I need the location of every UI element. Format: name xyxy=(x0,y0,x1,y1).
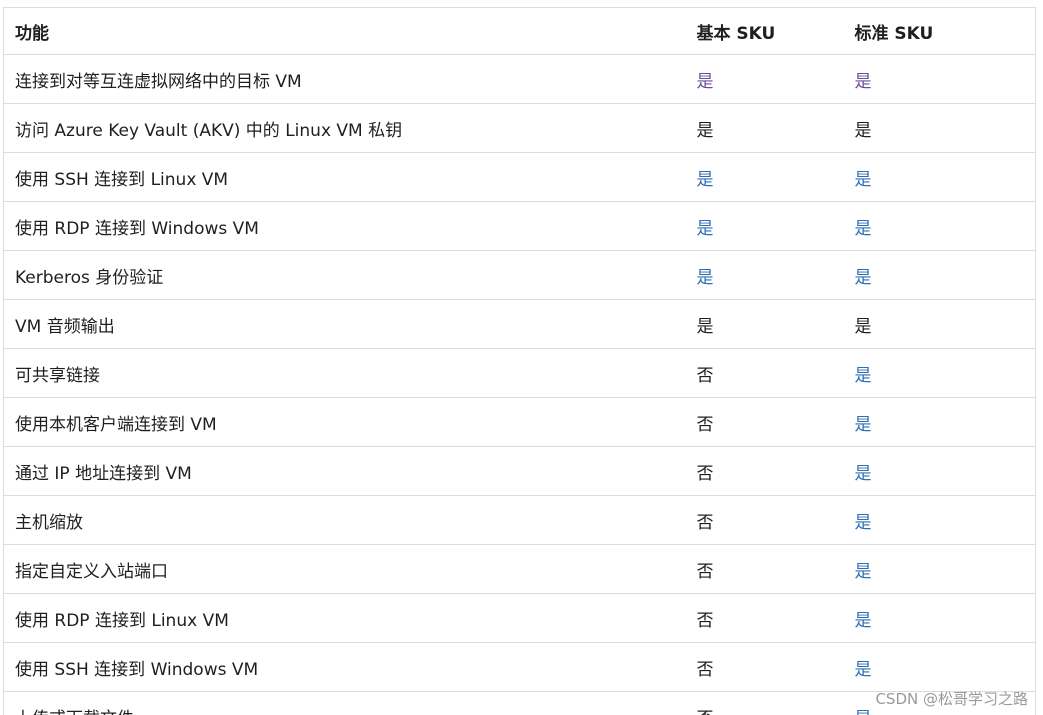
feature-cell: VM 音频输出 xyxy=(3,299,686,349)
feature-cell: 使用 SSH 连接到 Windows VM xyxy=(3,642,686,692)
watermark: CSDN @松哥学习之路 xyxy=(875,690,1028,708)
feature-cell: 主机缩放 xyxy=(3,495,686,545)
basic-sku-value: 是 xyxy=(685,103,844,153)
standard-sku-value[interactable]: 是 xyxy=(843,446,1036,496)
basic-sku-value: 否 xyxy=(685,495,844,545)
header-basic-sku: 基本 SKU xyxy=(685,7,844,55)
basic-sku-value: 否 xyxy=(685,446,844,496)
basic-sku-value: 否 xyxy=(685,348,844,398)
feature-cell: 使用本机客户端连接到 VM xyxy=(3,397,686,447)
standard-sku-value: 是 xyxy=(843,103,1036,153)
feature-cell: 使用 RDP 连接到 Linux VM xyxy=(3,593,686,643)
table-row: 使用 SSH 连接到 Linux VM 是是 xyxy=(3,152,1036,202)
feature-cell: 通过 IP 地址连接到 VM xyxy=(3,446,686,496)
standard-sku-value[interactable]: 是 xyxy=(843,152,1036,202)
feature-cell: 上传或下载文件 xyxy=(3,691,686,715)
table-row: 使用 RDP 连接到 Linux VM 否是 xyxy=(3,593,1036,643)
standard-sku-value[interactable]: 是 xyxy=(843,54,1036,104)
standard-sku-value: 是 xyxy=(843,299,1036,349)
standard-sku-value[interactable]: 是 xyxy=(843,201,1036,251)
table-row: 通过 IP 地址连接到 VM 否是 xyxy=(3,446,1036,496)
table-row: 访问 Azure Key Vault (AKV) 中的 Linux VM 私钥是… xyxy=(3,103,1036,153)
page: 功能 基本 SKU 标准 SKU 连接到对等互连虚拟网络中的目标 VM 是是访问 … xyxy=(0,0,1043,715)
standard-sku-value[interactable]: 是 xyxy=(843,250,1036,300)
table-row: Kerberos 身份验证是是 xyxy=(3,250,1036,300)
basic-sku-value[interactable]: 是 xyxy=(685,201,844,251)
table-row: VM 音频输出是是 xyxy=(3,299,1036,349)
feature-cell: 使用 SSH 连接到 Linux VM xyxy=(3,152,686,202)
standard-sku-value[interactable]: 是 xyxy=(843,593,1036,643)
basic-sku-value[interactable]: 是 xyxy=(685,152,844,202)
standard-sku-value[interactable]: 是 xyxy=(843,642,1036,692)
feature-cell: 指定自定义入站端口 xyxy=(3,544,686,594)
basic-sku-value: 否 xyxy=(685,544,844,594)
feature-cell: Kerberos 身份验证 xyxy=(3,250,686,300)
basic-sku-value[interactable]: 是 xyxy=(685,250,844,300)
basic-sku-value: 否 xyxy=(685,397,844,447)
standard-sku-value[interactable]: 是 xyxy=(843,544,1036,594)
table-row: 指定自定义入站端口否是 xyxy=(3,544,1036,594)
header-standard-sku: 标准 SKU xyxy=(843,7,1036,55)
table-header-row: 功能 基本 SKU 标准 SKU xyxy=(3,7,1036,55)
table-row: 使用 RDP 连接到 Windows VM 是是 xyxy=(3,201,1036,251)
basic-sku-value[interactable]: 是 xyxy=(685,54,844,104)
basic-sku-value: 否 xyxy=(685,642,844,692)
basic-sku-value: 是 xyxy=(685,299,844,349)
standard-sku-value[interactable]: 是 xyxy=(843,397,1036,447)
table-row: 主机缩放否是 xyxy=(3,495,1036,545)
standard-sku-value[interactable]: 是 xyxy=(843,348,1036,398)
standard-sku-value[interactable]: 是 xyxy=(843,495,1036,545)
basic-sku-value: 否 xyxy=(685,691,844,715)
feature-cell: 使用 RDP 连接到 Windows VM xyxy=(3,201,686,251)
table-row: 连接到对等互连虚拟网络中的目标 VM 是是 xyxy=(3,54,1036,104)
table-row: 使用本机客户端连接到 VM 否是 xyxy=(3,397,1036,447)
table-row: 可共享链接否是 xyxy=(3,348,1036,398)
feature-cell: 可共享链接 xyxy=(3,348,686,398)
basic-sku-value: 否 xyxy=(685,593,844,643)
table-row: 使用 SSH 连接到 Windows VM 否是 xyxy=(3,642,1036,692)
sku-comparison-table: 功能 基本 SKU 标准 SKU 连接到对等互连虚拟网络中的目标 VM 是是访问 … xyxy=(3,7,1036,715)
header-feature: 功能 xyxy=(3,7,686,55)
table-body: 连接到对等互连虚拟网络中的目标 VM 是是访问 Azure Key Vault (… xyxy=(3,54,1036,715)
feature-cell: 访问 Azure Key Vault (AKV) 中的 Linux VM 私钥 xyxy=(3,103,686,153)
feature-cell: 连接到对等互连虚拟网络中的目标 VM xyxy=(3,54,686,104)
